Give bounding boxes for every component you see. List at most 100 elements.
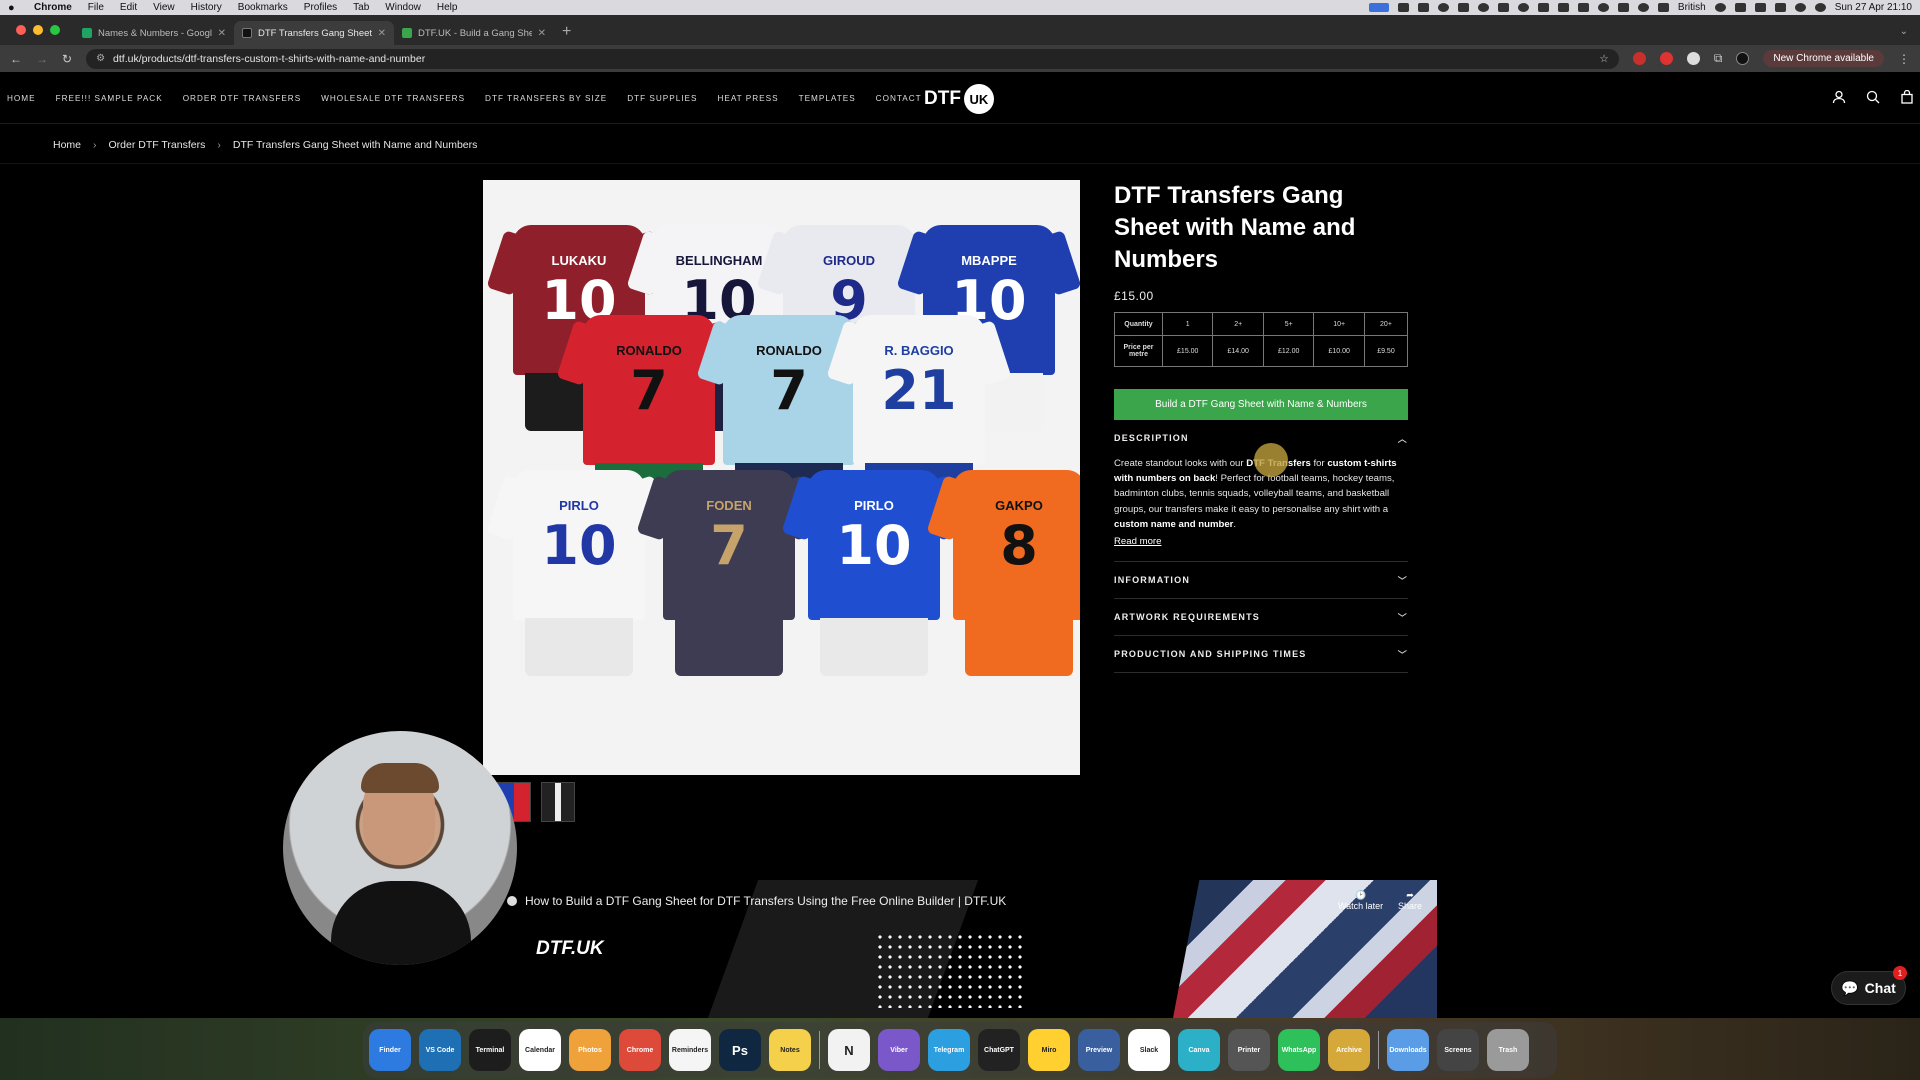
close-tab-icon[interactable]: ✕ [538,28,546,39]
site-info-icon[interactable]: ⚙ [96,53,105,64]
github-icon[interactable] [1637,3,1649,12]
dock-app-icon[interactable]: Slack [1128,1029,1170,1071]
grid-icon[interactable] [1617,3,1629,12]
dock-app-icon[interactable]: Calendar [519,1029,561,1071]
nav-contact[interactable]: CONTACT [876,94,922,103]
dock-app-icon[interactable]: Preview [1078,1029,1120,1071]
volume-icon[interactable] [1537,3,1549,12]
headphones-icon[interactable] [1657,3,1669,12]
dock-app-icon[interactable]: Printer [1228,1029,1270,1071]
menu-view[interactable]: View [153,2,175,13]
extension-icon[interactable] [1686,52,1700,65]
nav-home[interactable]: HOME [7,94,36,103]
dock-app-icon[interactable]: Ps [719,1029,761,1071]
bluetooth-icon[interactable] [1734,3,1746,12]
menu-file[interactable]: File [88,2,104,13]
menu-edit[interactable]: Edit [120,2,137,13]
minimize-window-button[interactable] [33,25,43,35]
dock-app-icon[interactable]: VS Code [419,1029,461,1071]
user-icon[interactable] [1714,3,1726,12]
nav-supplies[interactable]: DTF SUPPLIES [627,94,697,103]
breadcrumb-home[interactable]: Home [53,139,81,151]
accordion-artwork-header[interactable]: ARTWORK REQUIREMENTS ﹀ [1114,599,1408,635]
browser-tab-active[interactable]: DTF Transfers Gang Sheet wit ✕ [234,21,394,45]
reload-icon[interactable]: ↻ [62,52,72,66]
close-window-button[interactable] [16,25,26,35]
dock-app-icon[interactable]: Finder [369,1029,411,1071]
dock-app-icon[interactable]: Chrome [619,1029,661,1071]
profile-avatar-icon[interactable] [1736,52,1750,65]
nav-heat-press[interactable]: HEAT PRESS [717,94,778,103]
dock-app-icon[interactable]: N [828,1029,870,1071]
dock-app-icon[interactable]: Notes [769,1029,811,1071]
spotlight-icon[interactable] [1794,3,1806,12]
menu-history[interactable]: History [191,2,222,13]
dock-app-icon[interactable]: Miro [1028,1029,1070,1071]
read-more-link[interactable]: Read more [1114,534,1161,549]
extension-icon[interactable] [1632,52,1646,65]
menu-app-name[interactable]: Chrome [34,2,72,13]
dock-app-icon[interactable]: Downloads [1387,1029,1429,1071]
browser-tab[interactable]: DTF.UK - Build a Gang Sheet ✕ [394,21,554,45]
menu-icon[interactable] [1557,3,1569,12]
dock-app-icon[interactable]: Canva [1178,1029,1220,1071]
nav-by-size[interactable]: DTF TRANSFERS BY SIZE [485,94,607,103]
dock-app-icon[interactable]: Photos [569,1029,611,1071]
chat-button[interactable]: 💬 Chat 1 [1831,966,1907,1005]
video-player[interactable]: How to Build a DTF Gang Sheet for DTF Tr… [483,880,1437,1018]
site-logo[interactable]: DTF UK [924,84,994,114]
target-icon[interactable] [1437,3,1449,12]
extension-icon[interactable] [1659,52,1673,65]
account-icon[interactable] [1832,90,1846,104]
app-status-icon[interactable] [1417,3,1429,12]
search-icon[interactable] [1866,90,1880,104]
update-chrome-button[interactable]: New Chrome available [1763,50,1884,67]
input-source-label[interactable]: British [1678,2,1706,13]
wordpress-icon[interactable] [1597,3,1609,12]
wifi-icon[interactable] [1754,3,1766,12]
product-main-image[interactable]: LUKAKU 10 BELLINGHAM 10 GIROUD 9 MBAPPE 10 RONAL… [483,180,1080,775]
battery-icon[interactable] [1774,3,1786,12]
apple-menu-icon[interactable]: ● [8,2,20,14]
dock-app-icon[interactable]: ChatGPT [978,1029,1020,1071]
menu-window[interactable]: Window [385,2,421,13]
forward-arrow-icon[interactable]: → [36,52,48,66]
close-tab-icon[interactable]: ✕ [218,28,226,39]
extensions-puzzle-icon[interactable]: ⧉ [1714,51,1723,66]
gear-icon[interactable] [1517,3,1529,12]
accordion-information-header[interactable]: INFORMATION ﹀ [1114,562,1408,598]
dock-app-icon[interactable]: Telegram [928,1029,970,1071]
leaf-icon[interactable] [1457,3,1469,12]
close-tab-icon[interactable]: ✕ [378,28,386,39]
nav-order-dtf-transfers[interactable]: ORDER DTF TRANSFERS [183,94,301,103]
breadcrumb-category[interactable]: Order DTF Transfers [109,139,206,151]
back-arrow-icon[interactable]: ← [10,52,22,66]
nav-sample-pack[interactable]: FREE!!! SAMPLE PACK [56,94,163,103]
dock-app-icon[interactable]: Reminders [669,1029,711,1071]
nav-templates[interactable]: TEMPLATES [799,94,856,103]
accordion-shipping-header[interactable]: PRODUCTION AND SHIPPING TIMES ﹀ [1114,636,1408,672]
cart-icon[interactable] [1900,90,1914,104]
dock-app-icon[interactable]: Archive [1328,1029,1370,1071]
flag-icon[interactable] [1497,3,1509,12]
thumbnail-2[interactable] [541,782,575,822]
nav-wholesale[interactable]: WHOLESALE DTF TRANSFERS [321,94,465,103]
address-bar[interactable]: ⚙ dtf.uk/products/dtf-transfers-custom-t… [86,48,1619,69]
browser-tab[interactable]: Names & Numbers - Google S ✕ [74,21,234,45]
dock-app-icon[interactable]: WhatsApp [1278,1029,1320,1071]
video-title-text[interactable]: How to Build a DTF Gang Sheet for DTF Tr… [525,894,1006,908]
watch-later-button[interactable]: 🕑 Watch later [1338,890,1383,911]
more-menu-icon[interactable]: ⋮ [1898,52,1910,66]
menu-tab[interactable]: Tab [353,2,369,13]
dock-app-icon[interactable]: Screens [1437,1029,1479,1071]
channel-avatar-icon[interactable] [507,896,517,906]
dock-app-icon[interactable]: Terminal [469,1029,511,1071]
evernote-icon[interactable] [1577,3,1589,12]
menubar-clock[interactable]: Sun 27 Apr 21:10 [1835,2,1912,13]
menu-bookmarks[interactable]: Bookmarks [238,2,288,13]
dock-app-icon[interactable]: Viber [878,1029,920,1071]
menu-profiles[interactable]: Profiles [304,2,337,13]
build-gang-sheet-button[interactable]: Build a DTF Gang Sheet with Name & Numbe… [1114,389,1408,420]
control-center-icon[interactable] [1814,3,1826,12]
dock-app-icon[interactable]: Trash [1487,1029,1529,1071]
